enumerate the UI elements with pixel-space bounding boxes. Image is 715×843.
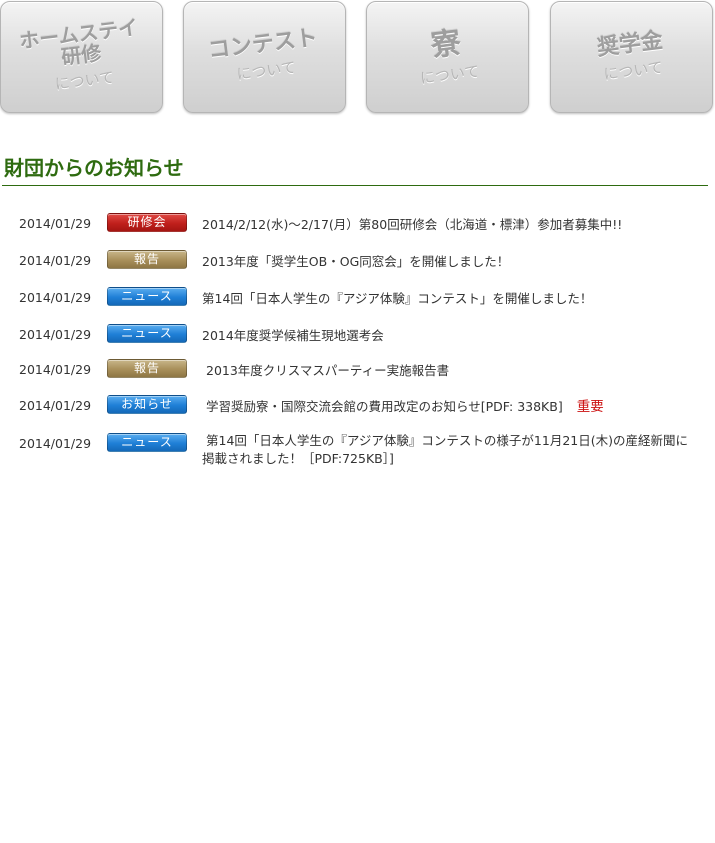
tile-subtitle: について	[235, 58, 297, 84]
news-title-row: 学習奨励寮・国際交流会館の費用改定のお知らせ[PDF: 338KB] 重要	[206, 398, 706, 416]
news-title-link[interactable]: 2013年度クリスマスパーティー実施報告書	[206, 362, 706, 380]
news-title-link[interactable]: 第14回「日本人学生の『アジア体験』コンテスト」を開催しました！	[202, 290, 702, 308]
contest-tile[interactable]: コンテスト について	[183, 1, 346, 113]
important-label: 重要	[576, 399, 604, 415]
news-title-link[interactable]: 2014年度奨学候補生現地選考会	[202, 327, 702, 345]
top-nav-tiles: ホームステイ 研修 について コンテスト について 寮 について 奨学金 につい…	[0, 0, 715, 118]
category-badge-notice[interactable]: お知らせ	[107, 395, 187, 414]
tile-title: ホームステイ 研修	[17, 14, 140, 69]
heading-divider	[2, 185, 708, 186]
news-title-link[interactable]: 2014/2/12(水)～2/17(月）第80回研修会（北海道・標津）参加者募集…	[202, 216, 702, 234]
tile-title: 奨学金	[595, 28, 665, 61]
news-section-heading: 財団からのお知らせ	[4, 156, 184, 180]
tile-subtitle: について	[53, 67, 116, 93]
scholarship-tile[interactable]: 奨学金 について	[550, 1, 713, 113]
news-date: 2014/01/29	[19, 327, 92, 342]
homestay-training-tile[interactable]: ホームステイ 研修 について	[0, 1, 163, 113]
category-badge-report[interactable]: 報告	[107, 359, 187, 378]
tile-subtitle: について	[419, 62, 481, 88]
news-date: 2014/01/29	[19, 398, 92, 413]
news-title-link[interactable]: 2013年度「奨学生OB・OG同窓会」を開催しました！	[202, 253, 702, 271]
tile-subtitle: について	[602, 58, 664, 84]
news-date: 2014/01/29	[19, 362, 92, 377]
news-title-link[interactable]: 学習奨励寮・国際交流会館の費用改定のお知らせ[PDF: 338KB]	[206, 399, 563, 414]
tile-title: コンテスト	[206, 25, 320, 64]
dormitory-tile[interactable]: 寮 について	[366, 1, 529, 113]
category-badge-report[interactable]: 報告	[107, 250, 187, 269]
news-date: 2014/01/29	[19, 436, 92, 451]
category-badge-news[interactable]: ニュース	[107, 433, 187, 452]
category-badge-news[interactable]: ニュース	[107, 287, 187, 306]
news-title-link[interactable]: 第14回「日本人学生の『アジア体験』コンテストの様子が11月21日(木)の産経新…	[202, 432, 699, 468]
news-date: 2014/01/29	[19, 253, 92, 268]
news-date: 2014/01/29	[19, 216, 92, 231]
category-badge-news[interactable]: ニュース	[107, 324, 187, 343]
category-badge-seminar[interactable]: 研修会	[107, 213, 187, 232]
tile-title: 寮	[428, 25, 463, 64]
news-date: 2014/01/29	[19, 290, 92, 305]
